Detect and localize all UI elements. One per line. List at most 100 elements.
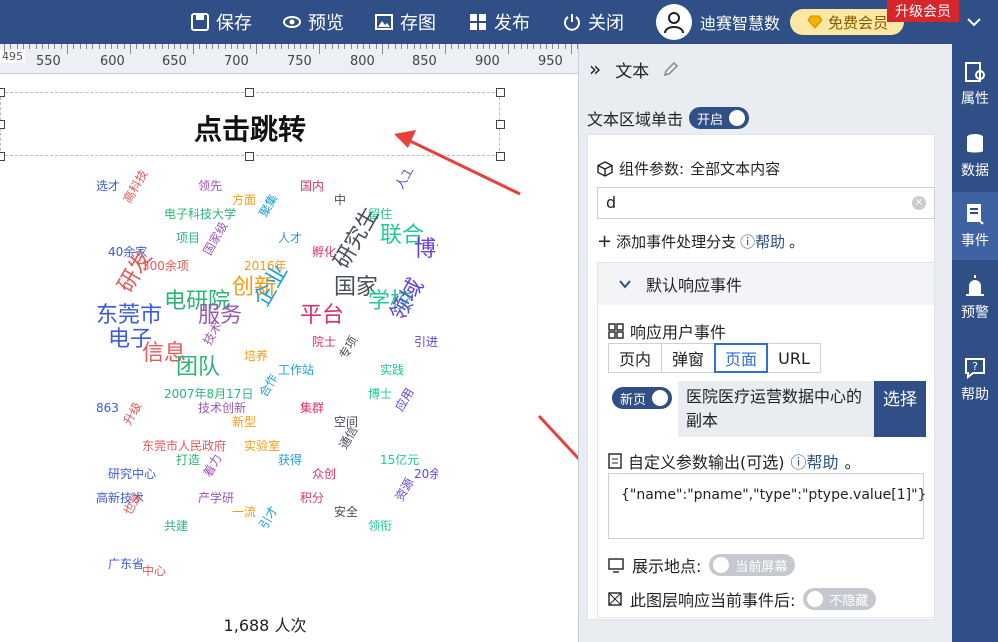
cloud-word[interactable]: 电子科技大学 [164,206,236,221]
sidebar-item-properties[interactable]: 属性 [952,50,998,118]
cloud-word[interactable]: 研究中心 [108,466,156,481]
chevron-down-icon[interactable] [964,12,984,32]
publish-button[interactable]: 发布 [468,0,530,44]
cloud-word[interactable]: 博士后 [414,237,438,262]
cloud-word[interactable]: 产学研 [198,490,234,505]
resize-handle[interactable] [245,88,254,97]
cloud-word[interactable]: 863 [96,401,119,415]
cloud-word[interactable]: 国内 [300,179,324,193]
sidebar-item-help[interactable]: ? 帮助 [952,346,998,414]
cloud-word[interactable]: 东莞市人民政府 [142,438,226,453]
design-canvas[interactable]: 点击跳转 选才高科技电子科技大学领先方面聚集国内中留住人工智能40余家300余项… [0,74,599,642]
cloud-word[interactable]: 引才 [256,504,280,532]
toggle-label: 开启 [697,112,724,128]
cloud-word[interactable]: 升级 [120,400,144,428]
help-link[interactable]: ⓘ帮助 [791,449,839,473]
cloud-word[interactable]: 领域 [386,274,430,325]
cloud-word[interactable]: 聚集 [256,191,281,219]
cloud-word[interactable]: 20余家 [414,466,438,481]
collapse-icon[interactable]: » [589,57,601,81]
ruler-label: 900 [475,54,500,69]
choose-page-button[interactable]: 选择 [874,381,926,437]
ruler-tick [54,44,56,49]
cloud-word[interactable]: 资源 [392,476,416,504]
cloud-word[interactable]: 安全 [334,504,358,519]
cloud-word[interactable]: 方面 [232,192,256,207]
cloud-word[interactable]: 中 [334,192,346,207]
upgrade-button[interactable]: 升级会员 [887,0,959,22]
cloud-word[interactable]: 技术创新 [198,400,246,415]
tab-page[interactable]: 页面 [714,343,768,373]
ruler-label: 600 [100,54,125,69]
json-output-field[interactable]: {"name":"pname","type":"ptype.value[1]"} [608,473,926,539]
cloud-word[interactable]: 国家级 [200,219,231,258]
resize-handle[interactable] [0,88,5,97]
cloud-word[interactable]: 领衔 [368,519,392,533]
cloud-word[interactable]: 共建 [164,519,188,533]
show-place-toggle[interactable]: 当前屏幕 [709,554,796,576]
text-click-toggle[interactable]: 开启 [689,107,750,129]
cloud-word[interactable]: 引进 [414,335,438,349]
cloud-word[interactable]: 一流 [232,505,256,519]
save-button[interactable]: 保存 [190,0,252,44]
cloud-word[interactable]: 培养 [244,348,268,363]
edit-icon[interactable] [663,61,679,77]
preview-button[interactable]: 预览 [282,0,344,44]
cloud-word[interactable]: 项目 [176,231,200,245]
cloud-word[interactable]: 打造 [176,453,200,467]
cloud-word[interactable]: 专项 [336,333,361,361]
cloud-word[interactable]: 工作站 [278,363,314,377]
cloud-word[interactable]: 人才 [278,231,302,245]
cloud-word[interactable]: 领先 [198,179,222,193]
cloud-word[interactable]: 中心 [142,563,166,578]
cloud-word[interactable]: 团队 [176,355,220,380]
cloud-word[interactable]: 众创 [312,467,336,481]
clear-icon[interactable]: × [912,196,926,210]
sidebar-item-events[interactable]: 事件 [952,192,998,260]
cloud-word[interactable]: 新型 [232,414,256,429]
cloud-word[interactable]: 2007年8月17日 [164,387,253,401]
cloud-word[interactable]: 积分 [300,491,324,505]
ruler-tick [10,44,12,49]
cloud-word[interactable]: 实践 [380,362,404,377]
resize-handle[interactable] [0,120,5,129]
user-menu[interactable]: 迪赛智慧数 [656,4,780,40]
cloud-word[interactable]: 平台 [300,303,344,328]
tab-url[interactable]: URL [767,343,821,373]
tab-in-page[interactable]: 页内 [608,343,662,373]
cloud-word[interactable]: 集群 [300,400,324,415]
cloud-word[interactable]: 获得 [278,452,302,467]
cloud-word[interactable]: 实验室 [244,438,280,453]
cloud-word[interactable]: 选才 [96,179,120,193]
resize-handle[interactable] [245,152,254,161]
help-link[interactable]: ⓘ帮助 [740,231,785,252]
word-cloud[interactable]: 选才高科技电子科技大学领先方面聚集国内中留住人工智能40余家300余项项目国家级… [86,170,438,582]
resize-handle[interactable] [0,152,5,161]
new-page-toggle[interactable]: 新页 [612,387,673,409]
show-place-label: 展示地点: [632,557,702,576]
sidebar-item-data[interactable]: 数据 [952,122,998,190]
ruler-label: 800 [350,54,375,69]
resize-handle[interactable] [496,88,505,97]
tab-popup[interactable]: 弹窗 [661,343,715,373]
cloud-word[interactable]: 院士 [312,335,336,349]
ruler-tick [451,44,453,49]
ruler-tick [571,44,572,54]
cloud-word[interactable]: 研究生 [330,203,385,273]
add-branch-row[interactable]: + 添加事件处理分支 ⓘ帮助 。 [597,231,804,252]
sidebar-item-alert[interactable]: 预警 [952,264,998,332]
after-event-toggle[interactable]: 不隐藏 [803,588,877,610]
click-jump-text[interactable]: 点击跳转 [140,108,360,148]
cloud-word[interactable]: 高科技 [120,170,151,206]
param-input[interactable]: d × [597,187,935,219]
cloud-word[interactable]: 广东省 [108,557,144,571]
save-image-button[interactable]: 存图 [374,0,436,44]
default-event-header[interactable]: 默认响应事件 [598,263,934,305]
cloud-word[interactable]: 着力 [200,451,225,479]
cloud-word[interactable]: 合作 [256,371,281,399]
cloud-word[interactable]: 东莞市 [96,303,162,328]
cloud-word[interactable]: 15亿元 [380,452,419,467]
cloud-word[interactable]: 应用 [392,385,417,413]
close-button[interactable]: 关闭 [562,0,624,44]
cloud-word[interactable]: 博士 [368,386,392,401]
